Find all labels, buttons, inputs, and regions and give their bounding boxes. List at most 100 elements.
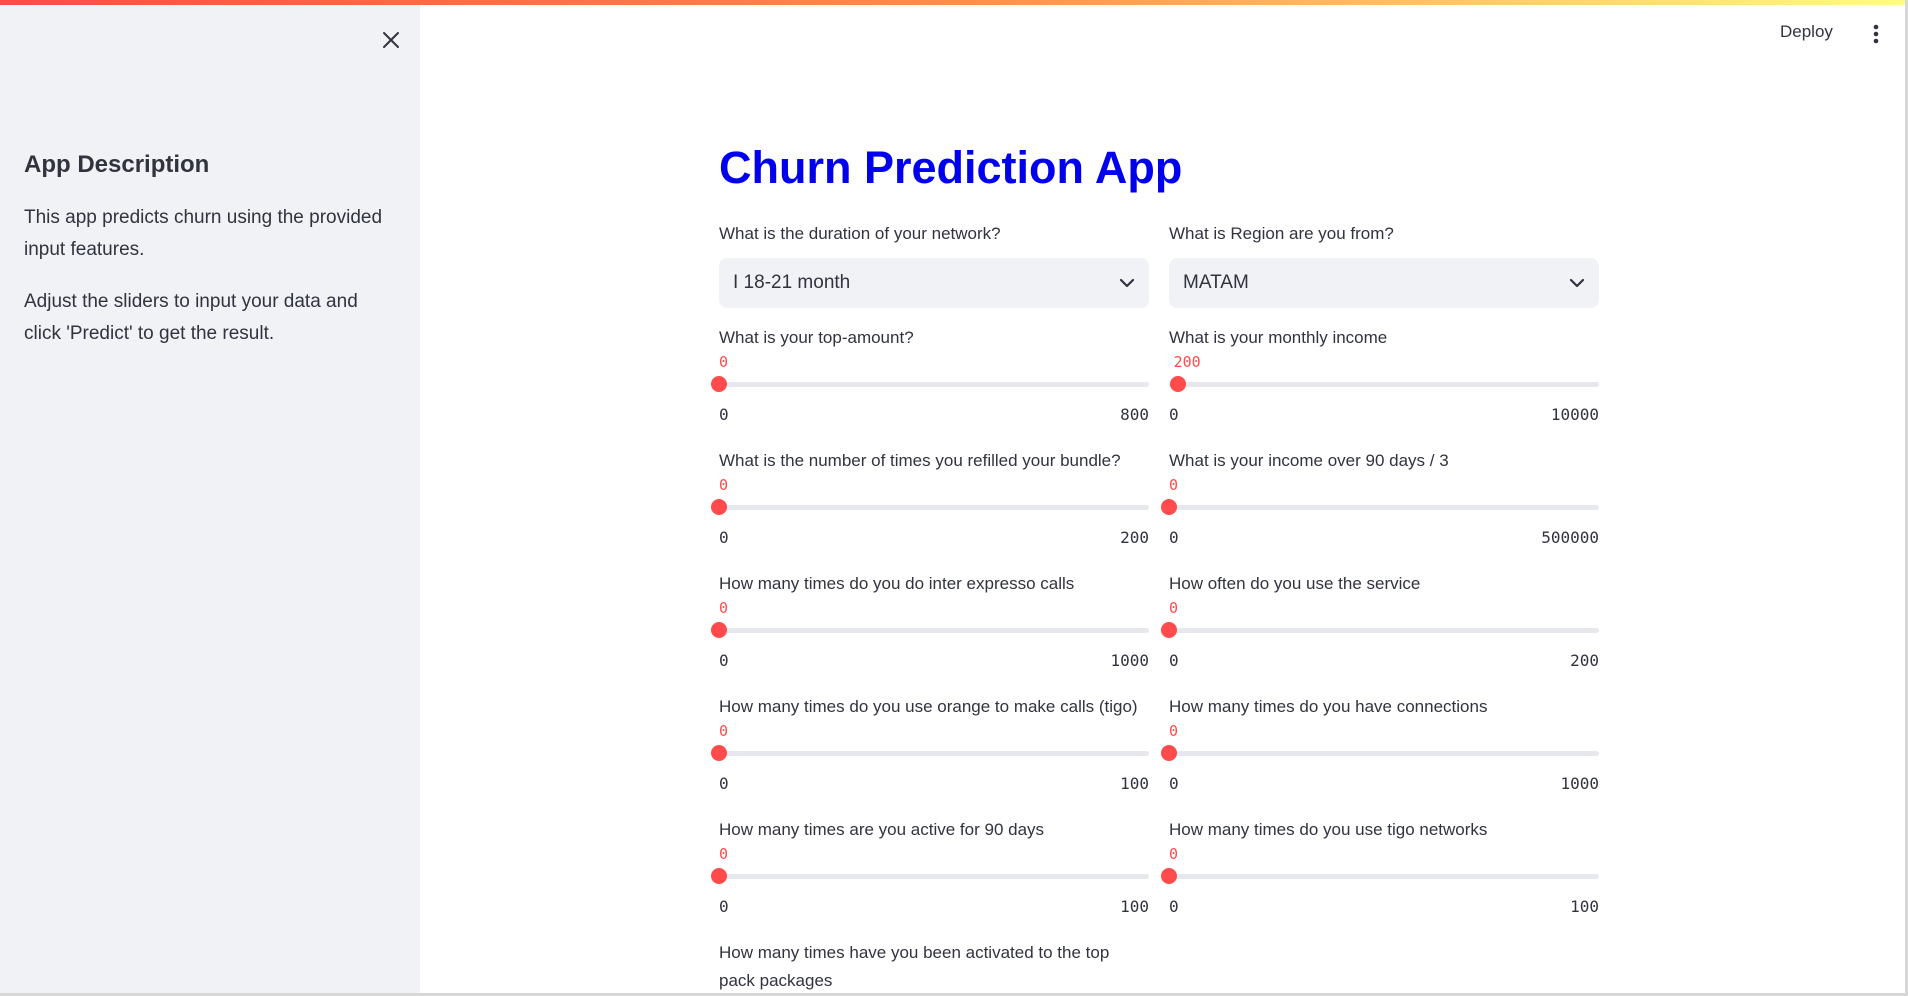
slider-range: 0 100 — [1169, 897, 1599, 916]
slider-max: 1000 — [1110, 651, 1149, 670]
slider-track[interactable] — [1161, 499, 1599, 515]
slider-range: 0 500000 — [1169, 528, 1599, 547]
slider-top-amount: What is your top-amount? 0 0 800 — [711, 324, 1149, 424]
main-menu-button[interactable] — [1866, 22, 1886, 46]
region-label: What is Region are you from? — [1169, 224, 1394, 243]
more-vertical-icon — [1873, 24, 1879, 44]
slider-connections: How many times do you have connections 0… — [1161, 693, 1599, 793]
slider-range: 0 1000 — [719, 651, 1149, 670]
main-content: Churn Prediction App What is the duratio… — [711, 0, 1599, 996]
slider-label: What is your income over 90 days / 3 — [1169, 451, 1449, 470]
slider-thumb[interactable] — [1161, 622, 1177, 638]
duration-selected-value: I 18-21 month — [733, 272, 851, 293]
slider-current-value: 0 — [719, 476, 729, 494]
slider-min: 0 — [1169, 405, 1179, 424]
slider-label: What is your monthly income — [1169, 328, 1388, 347]
slider-thumb[interactable] — [711, 622, 727, 638]
slider-current-value: 0 — [719, 353, 729, 371]
slider-min: 0 — [1169, 651, 1179, 670]
slider-max: 10000 — [1550, 405, 1599, 424]
slider-label: How many times do you have connections — [1169, 697, 1488, 716]
deploy-button[interactable]: Deploy — [1780, 22, 1833, 42]
slider-range: 0 800 — [719, 405, 1149, 424]
slider-range: 0 200 — [1169, 651, 1599, 670]
sidebar: App Description This app predicts churn … — [0, 5, 420, 993]
slider-label: What is your top-amount? — [719, 328, 914, 347]
sidebar-description-2: Adjust the sliders to input your data an… — [24, 291, 358, 344]
slider-income-90: What is your income over 90 days / 3 0 0… — [1161, 447, 1599, 547]
duration-label: What is the duration of your network? — [719, 224, 1001, 243]
slider-thumb[interactable] — [1161, 499, 1177, 515]
slider-monthly-income: What is your monthly income 200 0 10000 — [1169, 324, 1599, 424]
slider-current-value: 0 — [1169, 599, 1179, 617]
slider-track[interactable] — [711, 745, 1149, 761]
chevron-down-icon — [1569, 278, 1585, 288]
slider-min: 0 — [719, 405, 729, 424]
slider-current-value: 200 — [1173, 353, 1201, 371]
slider-label: How often do you use the service — [1169, 574, 1421, 593]
slider-track[interactable] — [1161, 745, 1599, 761]
slider-max: 100 — [1120, 897, 1149, 916]
slider-max: 200 — [1570, 651, 1599, 670]
slider-current-value: 0 — [1169, 845, 1179, 863]
slider-track[interactable] — [1169, 376, 1599, 392]
slider-min: 0 — [1169, 528, 1179, 547]
slider-label: How many times do you do inter expresso … — [719, 574, 1075, 593]
slider-thumb[interactable] — [711, 745, 727, 761]
slider-thumb[interactable] — [711, 499, 727, 515]
slider-label: How many times are you active for 90 day… — [719, 820, 1045, 839]
slider-current-value: 0 — [719, 722, 729, 740]
slider-range: 0 100 — [719, 897, 1149, 916]
slider-thumb[interactable] — [1169, 376, 1186, 392]
slider-inter-expresso: How many times do you do inter expresso … — [711, 570, 1149, 670]
slider-min: 0 — [719, 774, 729, 793]
slider-range: 0 100 — [719, 774, 1149, 793]
slider-label: How many times have you been activated t… — [719, 943, 1110, 990]
slider-max: 500000 — [1541, 528, 1599, 547]
slider-label: How many times do you use orange to make… — [719, 697, 1138, 716]
slider-track[interactable] — [711, 868, 1149, 884]
slider-current-value: 0 — [719, 599, 729, 617]
slider-orange-calls: How many times do you use orange to make… — [711, 693, 1149, 793]
slider-min: 0 — [1169, 774, 1179, 793]
slider-thumb[interactable] — [711, 376, 727, 392]
slider-range: 0 1000 — [1169, 774, 1599, 793]
slider-max: 200 — [1120, 528, 1149, 547]
chevron-down-icon — [1119, 278, 1135, 288]
slider-min: 0 — [719, 897, 729, 916]
slider-current-value: 0 — [1169, 722, 1179, 740]
close-icon — [383, 32, 399, 48]
region-selected-value: MATAM — [1183, 272, 1249, 293]
slider-min: 0 — [719, 651, 729, 670]
sidebar-heading: App Description — [24, 151, 210, 178]
slider-thumb[interactable] — [711, 868, 727, 884]
slider-track[interactable] — [711, 376, 1149, 392]
duration-field: What is the duration of your network? I … — [719, 220, 1149, 308]
slider-max: 1000 — [1560, 774, 1599, 793]
slider-current-value: 0 — [1169, 476, 1179, 494]
region-field: What is Region are you from? MATAM — [1169, 220, 1599, 308]
slider-max: 800 — [1120, 405, 1149, 424]
slider-track[interactable] — [711, 622, 1149, 638]
slider-max: 100 — [1120, 774, 1149, 793]
slider-min: 0 — [719, 528, 729, 547]
page-title: Churn Prediction App — [719, 142, 1183, 193]
close-sidebar-button[interactable] — [376, 25, 406, 55]
slider-thumb[interactable] — [1161, 868, 1177, 884]
slider-track[interactable] — [711, 499, 1149, 515]
slider-track[interactable] — [1161, 622, 1599, 638]
slider-min: 0 — [1169, 897, 1179, 916]
sidebar-description-1: This app predicts churn using the provid… — [24, 207, 383, 260]
slider-range: 0 200 — [719, 528, 1149, 547]
slider-refill: What is the number of times you refilled… — [711, 447, 1149, 547]
region-select[interactable]: MATAM — [1169, 258, 1599, 308]
slider-track[interactable] — [1161, 868, 1599, 884]
slider-current-value: 0 — [719, 845, 729, 863]
duration-select[interactable]: I 18-21 month — [719, 258, 1149, 308]
slider-service-use: How often do you use the service 0 0 200 — [1161, 570, 1599, 670]
slider-tigo-networks: How many times do you use tigo networks … — [1161, 816, 1599, 916]
slider-max: 100 — [1570, 897, 1599, 916]
slider-active-90: How many times are you active for 90 day… — [711, 816, 1149, 916]
slider-range: 0 10000 — [1169, 405, 1599, 424]
slider-thumb[interactable] — [1161, 745, 1177, 761]
